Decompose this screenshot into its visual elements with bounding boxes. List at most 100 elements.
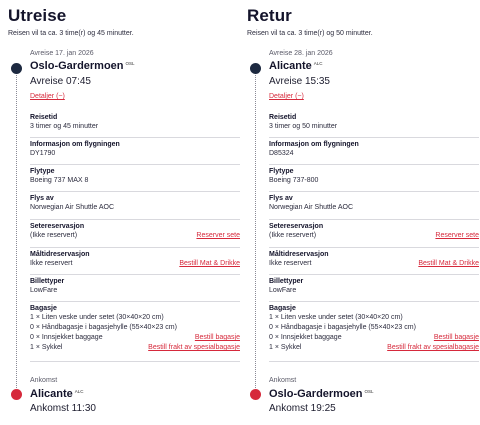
section-operator: Flys av Norwegian Air Shuttle AOC <box>269 194 479 220</box>
departure-dot <box>250 63 261 74</box>
arrival-dot <box>250 389 261 400</box>
section-action-link[interactable]: Bestill Mat & Drikke <box>179 259 240 269</box>
return-title: Retur <box>247 6 292 25</box>
section-baggage: Bagasje 1 × Liten veske under setet (30×4… <box>269 304 479 362</box>
section-flight-info: Informasjon om flygningen D85324 <box>269 140 479 165</box>
section-header: Informasjon om flygningen <box>30 141 120 148</box>
section-header: Måltidreservasjon <box>269 251 329 258</box>
section-value-row: 0 × Håndbagasje i bagasjehylle (55×40×23… <box>269 323 479 333</box>
section-value: (Ikke reservert) <box>269 232 317 239</box>
section-header: Flys av <box>30 195 54 202</box>
details-toggle-link[interactable]: Detaljer (−) <box>30 93 65 100</box>
section-value: 1 × Liten veske under setet (30×40×20 cm… <box>269 314 403 321</box>
section-value-row: (Ikke reservert) Reserver sete <box>30 231 240 241</box>
section-header: Flytype <box>269 168 294 175</box>
section-value: 0 × Innsjekket baggage <box>30 334 103 341</box>
section-meal-reservation: Måltidreservasjon Ikke reservert Bestill M… <box>269 250 479 275</box>
section-value-row: Norwegian Air Shuttle AOC <box>269 203 479 213</box>
arrival-time: Ankomst 19:25 <box>269 403 336 414</box>
origin-airport-code: ALC <box>313 61 323 66</box>
destination-airport: Alicante ALC <box>30 388 84 400</box>
section-value: Ikke reservert <box>269 260 312 267</box>
section-action-link[interactable]: Reserver sete <box>196 231 240 241</box>
timeline-line <box>255 72 256 390</box>
section-travel-time: Reisetid 3 timer og 45 minutter <box>30 113 240 138</box>
section-action-link[interactable]: Bestill bagasje <box>434 333 479 343</box>
details-toggle-link[interactable]: Detaljer (−) <box>269 93 304 100</box>
section-header: Flys av <box>269 195 293 202</box>
section-value: 1 × Sykkel <box>269 344 302 351</box>
section-header: Flytype <box>30 168 55 175</box>
section-action-link[interactable]: Bestill frakt av spesialbagasje <box>387 343 479 353</box>
section-value-row: 1 × Liten veske under setet (30×40×20 cm… <box>269 313 479 323</box>
section-header: Måltidreservasjon <box>30 251 90 258</box>
section-header: Informasjon om flygningen <box>269 141 359 148</box>
section-action-link[interactable]: Bestill Mat & Drikke <box>418 259 479 269</box>
section-value: (Ikke reservert) <box>30 232 78 239</box>
section-action-link[interactable]: Bestill frakt av spesialbagasje <box>148 343 240 353</box>
outbound-duration-text: Reisen vil ta ca. 3 time(r) og 45 minutt… <box>8 30 134 37</box>
section-value-row: Norwegian Air Shuttle AOC <box>30 203 240 213</box>
section-header: Reisetid <box>30 114 58 121</box>
arrival-dot <box>11 389 22 400</box>
section-value: 3 timer og 45 minutter <box>30 123 99 130</box>
section-value-row: 1 × Sykkel Bestill frakt av spesialbagasj… <box>269 343 479 353</box>
section-value: LowFare <box>269 287 297 294</box>
destination-airport-code: ALC <box>74 389 84 394</box>
section-ticket-type: Billettyper LowFare <box>269 277 479 302</box>
section-value: Boeing 737 MAX 8 <box>30 177 89 184</box>
section-value: 0 × Håndbagasje i bagasjehylle (55×40×23… <box>30 324 177 331</box>
section-header: Reisetid <box>269 114 297 121</box>
section-meal-reservation: Måltidreservasjon Ikke reservert Bestill M… <box>30 250 240 275</box>
section-value: DY1790 <box>30 150 56 157</box>
section-value: LowFare <box>30 287 58 294</box>
outbound-title: Utreise <box>8 6 67 25</box>
section-operator: Flys av Norwegian Air Shuttle AOC <box>30 194 240 220</box>
section-action-link[interactable]: Bestill bagasje <box>195 333 240 343</box>
section-travel-time: Reisetid 3 timer og 50 minutter <box>269 113 479 138</box>
section-header: Billettyper <box>30 278 65 285</box>
section-value-row: 0 × Innsjekket baggage Bestill bagasje <box>269 333 479 343</box>
section-value: Norwegian Air Shuttle AOC <box>269 204 354 211</box>
return-duration-text: Reisen vil ta ca. 3 time(r) og 50 minutt… <box>247 30 373 37</box>
timeline-line <box>16 72 17 390</box>
section-aircraft-type: Flytype Boeing 737-800 <box>269 167 479 192</box>
departure-time: Avreise 15:35 <box>269 76 330 87</box>
section-value: 0 × Håndbagasje i bagasjehylle (55×40×23… <box>269 324 416 331</box>
section-ticket-type: Billettyper LowFare <box>30 277 240 302</box>
section-value-row: D85324 <box>269 149 479 159</box>
arrival-time: Ankomst 11:30 <box>30 403 96 414</box>
section-value-row: 0 × Innsjekket baggage Bestill bagasje <box>30 333 240 343</box>
section-header: Setereservasjon <box>30 223 85 230</box>
section-value-row: Boeing 737-800 <box>269 176 479 186</box>
section-header: Bagasje <box>269 305 296 312</box>
destination-airport: Oslo-Gardermoen OSL <box>269 388 374 400</box>
section-action-link[interactable]: Reserver sete <box>435 231 479 241</box>
section-value-row: DY1790 <box>30 149 240 159</box>
section-value-row: Boeing 737 MAX 8 <box>30 176 240 186</box>
origin-airport-code: OSL <box>125 61 135 66</box>
origin-airport-name: Alicante <box>269 60 312 72</box>
section-value: Ikke reservert <box>30 260 73 267</box>
section-value-row: Ikke reservert Bestill Mat & Drikke <box>269 259 479 269</box>
outbound-column: Utreise Reisen vil ta ca. 3 time(r) og 4… <box>8 0 240 425</box>
section-aircraft-type: Flytype Boeing 737 MAX 8 <box>30 167 240 192</box>
section-value: D85324 <box>269 150 294 157</box>
destination-airport-name: Oslo-Gardermoen <box>269 388 363 400</box>
origin-airport-name: Oslo-Gardermoen <box>30 60 124 72</box>
section-seat-reservation: Setereservasjon (Ikke reservert) Reserver … <box>30 222 240 248</box>
section-value: Norwegian Air Shuttle AOC <box>30 204 115 211</box>
section-value: 1 × Liten veske under setet (30×40×20 cm… <box>30 314 164 321</box>
section-value: 3 timer og 50 minutter <box>269 123 338 130</box>
section-value-row: Ikke reservert Bestill Mat & Drikke <box>30 259 240 269</box>
section-value-row: LowFare <box>269 286 479 296</box>
section-value-row: LowFare <box>30 286 240 296</box>
origin-airport: Alicante ALC <box>269 60 323 72</box>
section-header: Bagasje <box>30 305 57 312</box>
destination-airport-name: Alicante <box>30 388 73 400</box>
departure-dot <box>11 63 22 74</box>
section-value-row: 3 timer og 50 minutter <box>269 122 479 132</box>
section-value: 1 × Sykkel <box>30 344 63 351</box>
section-header: Setereservasjon <box>269 223 324 230</box>
section-value-row: (Ikke reservert) Reserver sete <box>269 231 479 241</box>
